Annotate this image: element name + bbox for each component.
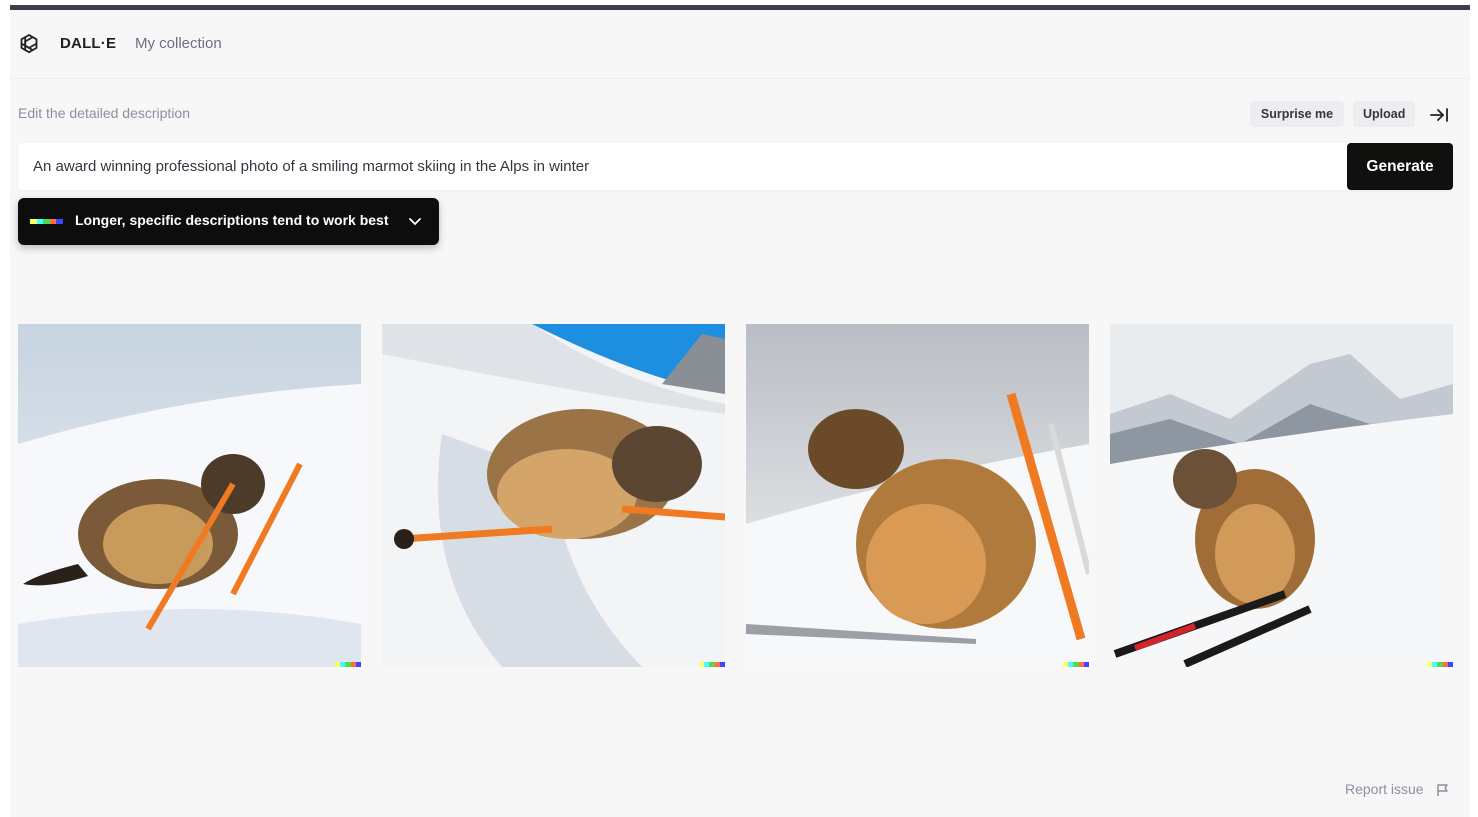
result-image-4[interactable] <box>1110 324 1453 667</box>
app-container: DALL·E My collection Edit the detailed d… <box>10 10 1470 817</box>
result-image-3[interactable] <box>746 324 1089 667</box>
stripe-color <box>30 219 37 224</box>
dalle-signature <box>335 662 361 667</box>
upload-button[interactable]: Upload <box>1353 101 1415 127</box>
tip-text: Longer, specific descriptions tend to wo… <box>75 212 389 228</box>
stripe-color <box>36 219 44 224</box>
prompt-input[interactable] <box>18 143 1343 190</box>
dalle-signature <box>1427 662 1453 667</box>
stripe-color <box>355 662 361 667</box>
header: DALL·E My collection <box>10 10 1470 79</box>
report-issue-link[interactable]: Report issue <box>1345 781 1424 797</box>
tip-banner[interactable]: Longer, specific descriptions tend to wo… <box>18 198 439 245</box>
stripe-color <box>56 219 63 224</box>
arrow-right-to-bar-icon[interactable] <box>1428 104 1450 126</box>
surprise-me-button[interactable]: Surprise me <box>1250 101 1344 127</box>
dalle-signature <box>699 662 725 667</box>
marmot-image <box>746 324 1089 667</box>
openai-logo-icon[interactable] <box>16 32 42 58</box>
prompt-label: Edit the detailed description <box>18 105 190 121</box>
stripe-color <box>49 219 57 224</box>
nav-my-collection[interactable]: My collection <box>135 35 222 52</box>
prompt-bar: Generate <box>18 143 1453 190</box>
dalle-signature <box>1063 662 1089 667</box>
stripe-color <box>719 662 725 667</box>
stripe-color <box>43 219 50 224</box>
marmot-image <box>382 324 725 667</box>
stripe-color <box>1083 662 1089 667</box>
marmot-image <box>18 324 361 667</box>
color-stripe <box>30 219 63 224</box>
chevron-down-icon[interactable] <box>407 213 423 229</box>
result-image-1[interactable] <box>18 324 361 667</box>
generate-button[interactable]: Generate <box>1347 143 1453 190</box>
result-image-2[interactable] <box>382 324 725 667</box>
brand-title[interactable]: DALL·E <box>60 35 116 52</box>
flag-icon[interactable] <box>1436 783 1450 797</box>
stripe-color <box>1447 662 1453 667</box>
marmot-image <box>1110 324 1453 667</box>
